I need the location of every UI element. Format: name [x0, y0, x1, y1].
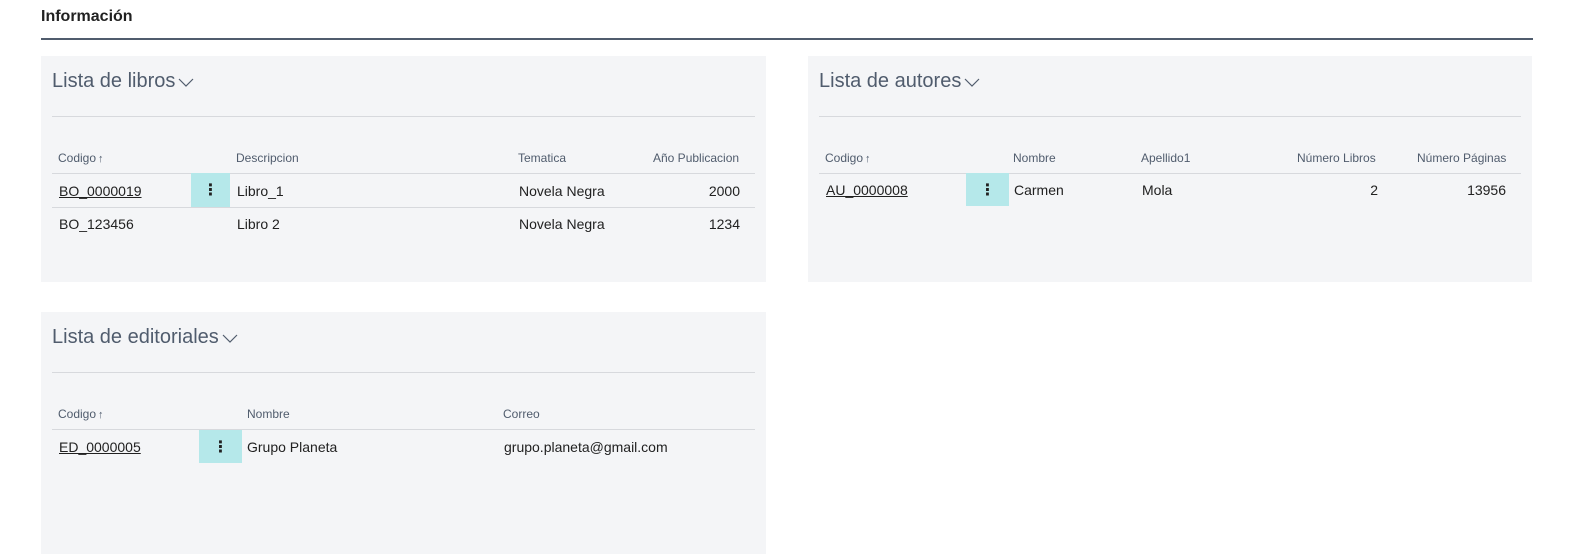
column-header-surname[interactable]: Apellido1	[1141, 151, 1190, 165]
publisher-name: Grupo Planeta	[247, 439, 338, 455]
column-header-book-count[interactable]: Número Libros	[1297, 151, 1376, 165]
author-book-count: 2	[1370, 182, 1378, 198]
divider	[52, 173, 755, 174]
book-theme: Novela Negra	[519, 216, 605, 232]
column-header-code[interactable]: Codigo ↑	[58, 151, 104, 165]
chevron-down-icon	[178, 71, 194, 94]
publisher-email: grupo.planeta@gmail.com	[504, 439, 668, 455]
section-title: Información	[41, 8, 133, 25]
column-header-label: Codigo	[58, 407, 97, 421]
column-header-name[interactable]: Nombre	[247, 407, 290, 421]
chevron-down-icon	[222, 327, 238, 350]
column-header-name[interactable]: Nombre	[1013, 151, 1056, 165]
author-name: Carmen	[1014, 182, 1064, 198]
column-header-description[interactable]: Descripcion	[236, 151, 299, 165]
authors-part-title-label: Lista de autores	[819, 70, 962, 92]
column-header-label: Codigo	[825, 151, 864, 165]
column-header-theme[interactable]: Tematica	[518, 151, 566, 165]
publisher-code-link[interactable]: ED_0000005	[59, 439, 141, 455]
author-page-count: 13956	[1467, 182, 1506, 198]
book-code-link[interactable]: BO_0000019	[59, 183, 142, 199]
book-description: Libro_1	[237, 183, 284, 199]
authors-part-title[interactable]: Lista de autores	[819, 69, 980, 94]
row-menu-icon[interactable]: ⋮	[966, 173, 1009, 206]
book-description: Libro 2	[237, 216, 280, 232]
chevron-down-icon	[964, 71, 980, 94]
book-theme: Novela Negra	[519, 183, 605, 199]
divider	[52, 116, 755, 117]
sort-ascending-icon: ↑	[98, 153, 104, 165]
divider	[819, 116, 1521, 117]
column-header-code[interactable]: Codigo ↑	[825, 151, 871, 165]
section-header: Información	[41, 0, 1533, 40]
column-header-page-count[interactable]: Número Páginas	[1417, 151, 1506, 165]
publishers-part-title-label: Lista de editoriales	[52, 326, 219, 348]
books-part-title-label: Lista de libros	[52, 70, 176, 92]
books-part: Lista de libros Codigo ↑ Descripcion Tema…	[41, 56, 766, 282]
sort-ascending-icon: ↑	[865, 153, 871, 165]
row-menu-icon[interactable]: ⋮	[199, 430, 242, 463]
divider	[52, 207, 755, 208]
divider	[819, 173, 1521, 174]
author-surname: Mola	[1142, 182, 1173, 198]
row-menu-icon[interactable]: ⋮	[191, 173, 230, 207]
column-header-year[interactable]: Año Publicacion	[653, 151, 739, 165]
divider	[52, 372, 755, 373]
book-code[interactable]: BO_123456	[59, 216, 134, 232]
author-code-link[interactable]: AU_0000008	[826, 182, 908, 198]
authors-part: Lista de autores Codigo ↑ Nombre Apellido…	[808, 56, 1532, 282]
sort-ascending-icon: ↑	[98, 409, 104, 421]
column-header-code[interactable]: Codigo ↑	[58, 407, 104, 421]
book-year: 1234	[708, 216, 740, 232]
book-year: 2000	[708, 183, 740, 199]
publishers-part-title[interactable]: Lista de editoriales	[52, 325, 238, 350]
column-header-label: Codigo	[58, 151, 97, 165]
column-header-email[interactable]: Correo	[503, 407, 540, 421]
divider	[52, 429, 755, 430]
publishers-part: Lista de editoriales Codigo ↑ Nombre Corr…	[41, 312, 766, 554]
books-part-title[interactable]: Lista de libros	[52, 69, 194, 94]
